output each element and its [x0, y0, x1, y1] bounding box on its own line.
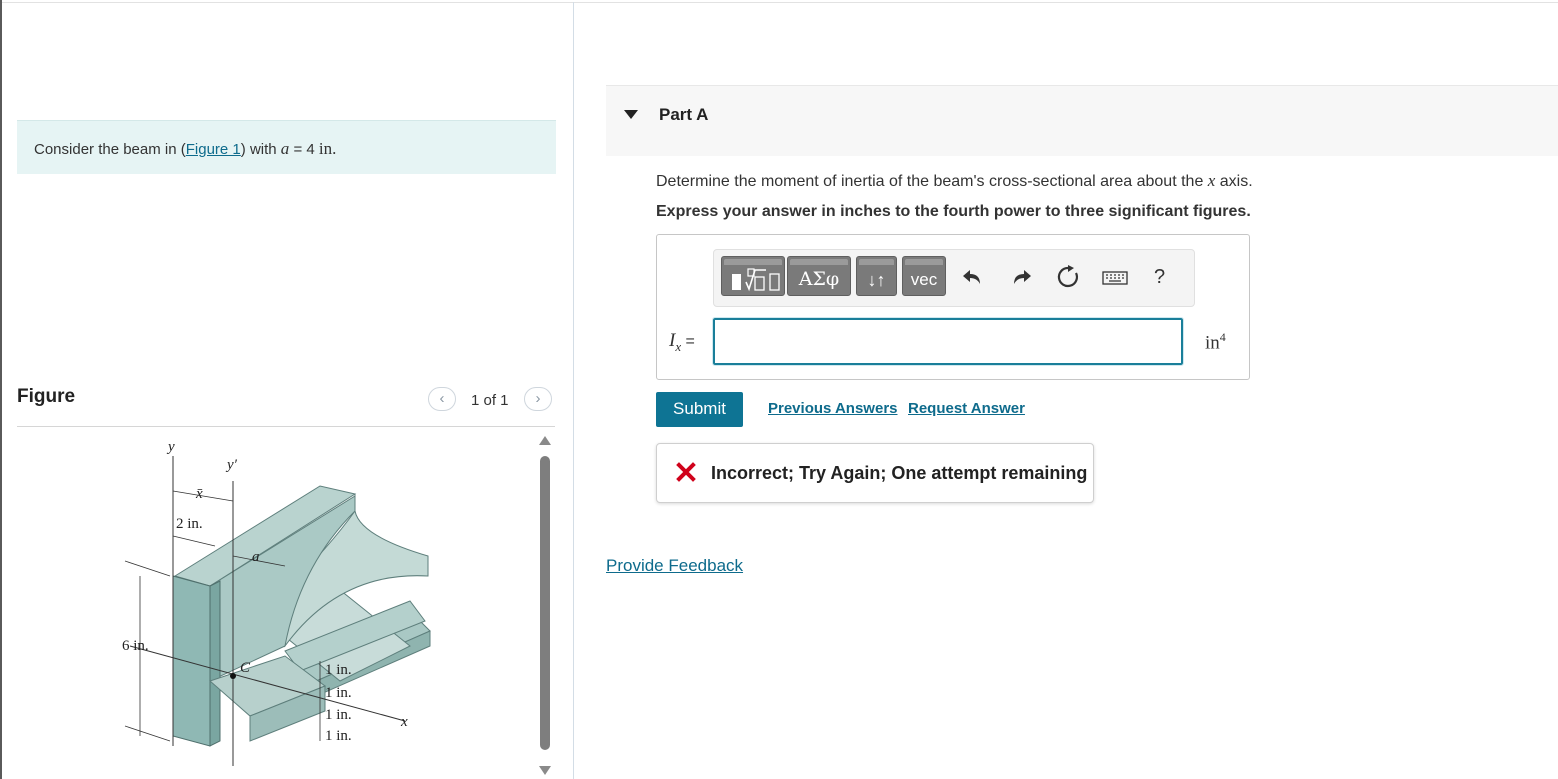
- left-border: [0, 0, 2, 779]
- label-x: x: [400, 714, 408, 730]
- figure-pager: 1 of 1: [471, 392, 509, 409]
- label-a: a: [252, 549, 260, 565]
- next-figure-button[interactable]: ›: [524, 387, 552, 411]
- label-two-in: 2 in.: [176, 516, 203, 532]
- centroid-point: [230, 673, 236, 679]
- figure-title: Figure: [17, 386, 76, 407]
- help-button[interactable]: ?: [1154, 266, 1165, 289]
- six-in-ext-bottom: [124, 725, 171, 742]
- label-y: y: [166, 439, 175, 455]
- x-icon: [676, 462, 696, 482]
- reset-icon[interactable]: [1055, 264, 1081, 290]
- scroll-down-arrow[interactable]: [539, 766, 551, 775]
- vec-label: vec: [910, 270, 938, 289]
- intro-prefix: Consider the beam in (: [34, 141, 186, 158]
- intro-eq: = 4: [289, 141, 319, 158]
- label-one-in-2: 1 in.: [325, 685, 352, 701]
- intro-middle: ) with: [240, 141, 281, 158]
- answer-label-eq: =: [681, 333, 695, 350]
- unit-exp: 4: [1219, 330, 1226, 344]
- greek-label: ΑΣφ: [798, 268, 840, 290]
- instruction-text: Express your answer in inches to the fou…: [656, 203, 1251, 220]
- templates-button[interactable]: [721, 256, 785, 296]
- arrows-button[interactable]: ↓↑: [856, 256, 897, 296]
- question-suffix: axis.: [1215, 173, 1253, 190]
- label-one-in-3: 1 in.: [325, 707, 352, 723]
- front-flange: [172, 575, 211, 747]
- x-bar-dim: [172, 490, 234, 502]
- scroll-up-arrow[interactable]: [539, 436, 551, 445]
- templates-icon: [732, 268, 780, 292]
- figure-link[interactable]: Figure 1: [186, 141, 241, 158]
- arrows-label: ↓↑: [867, 270, 886, 290]
- part-a-header[interactable]: Part A: [606, 85, 1558, 156]
- label-x-bar: x̄: [195, 486, 203, 502]
- front-flange-edge: [209, 580, 221, 747]
- answer-label: Ix =: [669, 330, 695, 355]
- label-one-in-4: 1 in.: [325, 728, 352, 744]
- redo-icon[interactable]: [1008, 264, 1034, 290]
- part-a-title: Part A: [659, 105, 709, 124]
- problem-intro: Consider the beam in (Figure 1) with a =…: [17, 120, 556, 174]
- keyboard-icon[interactable]: [1100, 264, 1130, 290]
- intro-unit: in.: [318, 139, 337, 158]
- answer-unit: in4: [1205, 330, 1226, 354]
- math-toolbar: ΑΣφ ↓↑ vec ?: [713, 249, 1195, 307]
- intro-text: Consider the beam in (Figure 1) with a =…: [34, 139, 336, 159]
- pane-divider[interactable]: [573, 2, 574, 779]
- greek-button[interactable]: ΑΣφ: [787, 256, 851, 296]
- answer-input[interactable]: [712, 317, 1184, 366]
- figure-scrollbar[interactable]: [540, 456, 550, 750]
- two-in-dim: [172, 535, 216, 547]
- caret-down-icon[interactable]: [624, 110, 638, 119]
- question-prefix: Determine the moment of inertia of the b…: [656, 173, 1208, 190]
- question-text: Determine the moment of inertia of the b…: [656, 171, 1253, 191]
- provide-feedback-link[interactable]: Provide Feedback: [606, 556, 743, 576]
- label-one-in-1: 1 in.: [325, 662, 352, 678]
- undo-icon[interactable]: [960, 264, 986, 290]
- submit-button[interactable]: Submit: [656, 392, 743, 427]
- unit-base: in: [1205, 332, 1220, 354]
- six-in-ext-top: [124, 560, 171, 577]
- previous-answers-link[interactable]: Previous Answers: [768, 400, 898, 417]
- feedback-message: Incorrect; Try Again; One attempt remain…: [656, 443, 1094, 503]
- prev-figure-button[interactable]: ‹: [428, 387, 456, 411]
- request-answer-link[interactable]: Request Answer: [908, 400, 1025, 417]
- label-c: C: [240, 660, 251, 676]
- label-y-prime: y′: [225, 457, 238, 473]
- top-border: [0, 2, 1558, 3]
- beam-figure: y y′ x̄ 2 in. a 6 in. C 1 in. 1 in. 1 in…: [122, 439, 431, 766]
- vec-button[interactable]: vec: [902, 256, 946, 296]
- chevron-left-icon: ‹: [439, 390, 445, 407]
- label-six-in: 6 in.: [122, 638, 149, 654]
- figure-divider: [17, 426, 555, 427]
- chevron-right-icon: ›: [535, 390, 541, 407]
- feedback-text: Incorrect; Try Again; One attempt remain…: [711, 463, 1088, 483]
